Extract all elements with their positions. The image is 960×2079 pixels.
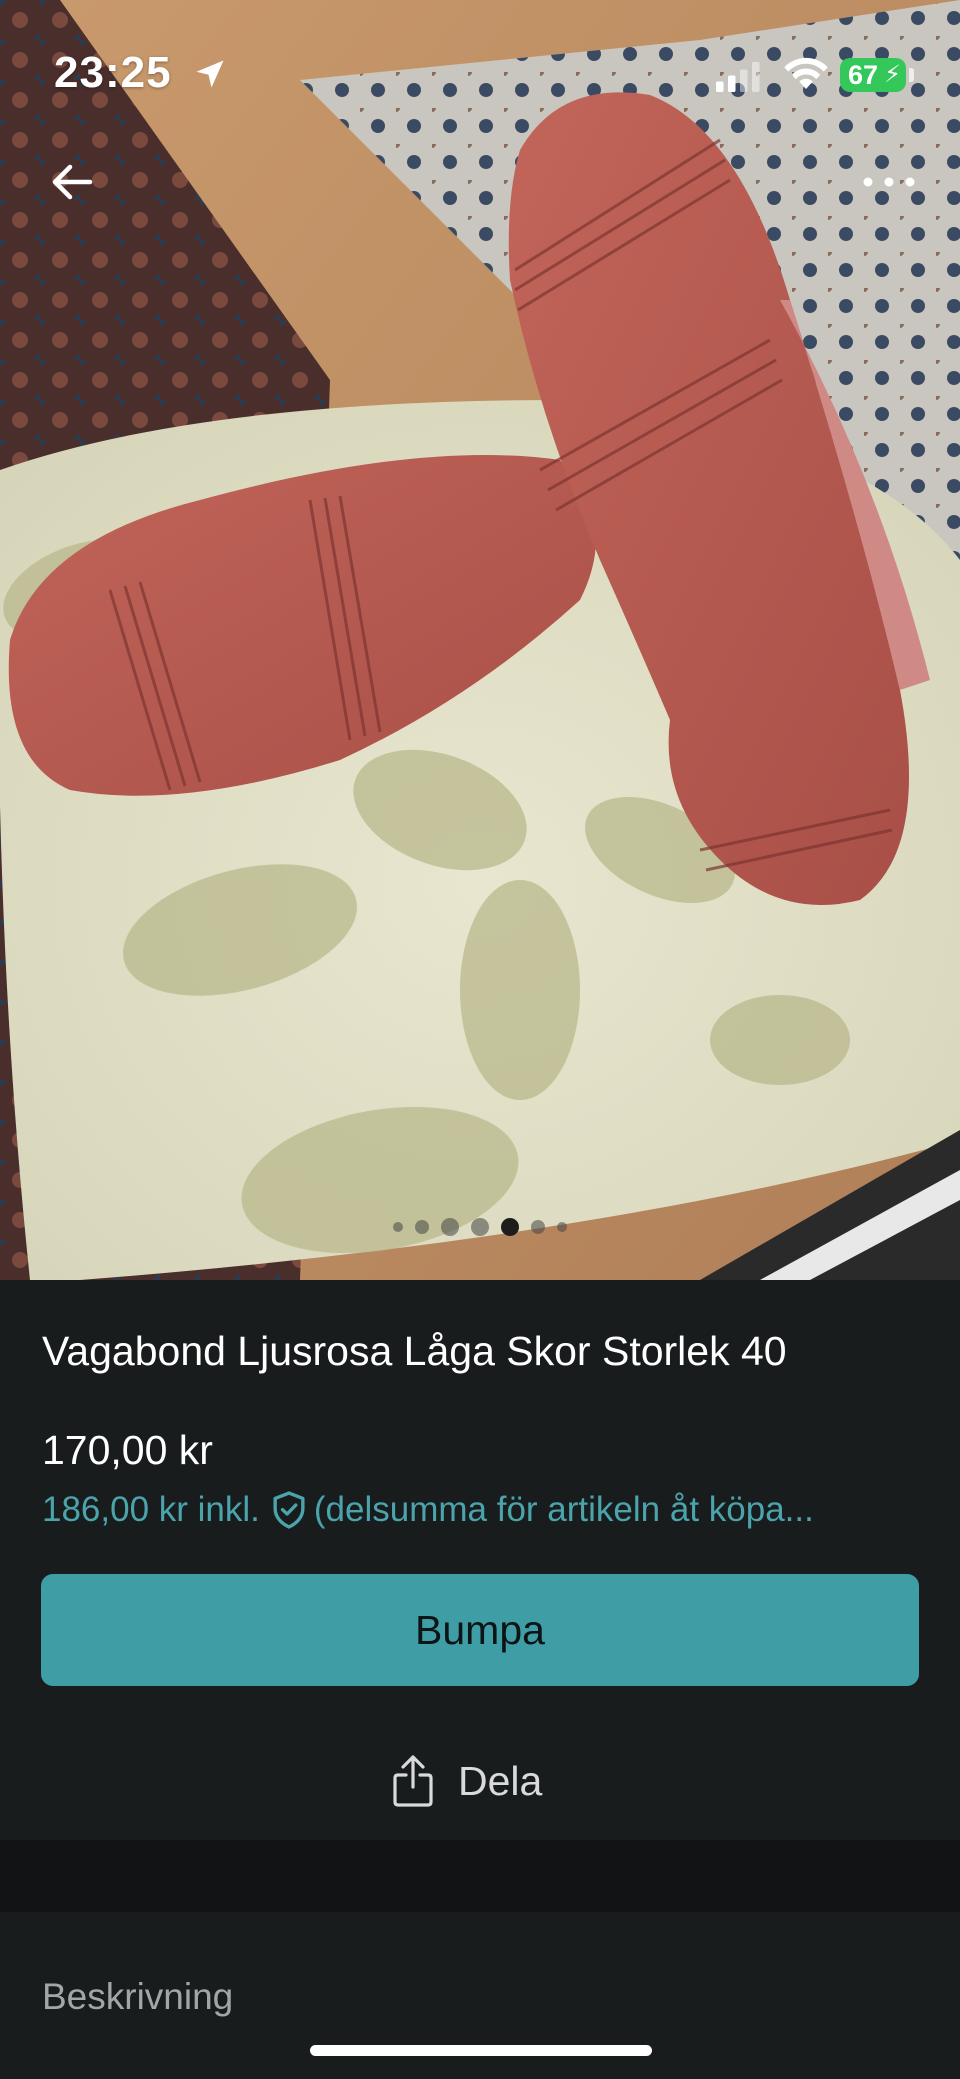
more-options-button[interactable] [854,150,924,214]
description-heading: Beskrivning [42,1976,234,2017]
price-incl: 186,00 kr inkl. [42,1490,260,1529]
item-details: Vagabond Ljusrosa Låga Skor Storlek 40 1… [0,1280,960,1840]
bump-button[interactable]: Bumpa [41,1574,919,1686]
share-icon [393,1755,433,1807]
item-price: 170,00 kr [42,1427,213,1473]
battery-cap [909,68,914,82]
charging-bolt-icon: ⚡ [884,61,901,88]
status-time: 23:25 [54,48,172,97]
carousel-dot[interactable] [557,1222,567,1232]
price-incl-buyer-protection[interactable]: 186,00 kr inkl. (delsumma för artikeln å… [42,1490,932,1530]
carousel-dot[interactable] [531,1220,545,1234]
carousel-dot[interactable] [393,1222,403,1232]
product-photo-carousel[interactable]: 23:25 67 ⚡ [0,0,960,1280]
cellular-signal-icon [716,62,760,92]
section-divider [0,1840,960,1912]
battery-charging-icon: 67 ⚡ [840,58,906,92]
location-arrow-icon [196,60,224,88]
shield-check-icon [273,1491,305,1529]
more-horizontal-icon [863,177,915,187]
battery-level: 67 [848,60,879,90]
carousel-dot-active[interactable] [501,1218,519,1236]
share-button[interactable]: Dela [390,1748,542,1814]
item-title: Vagabond Ljusrosa Låga Skor Storlek 40 [42,1328,787,1374]
carousel-dot[interactable] [471,1218,489,1236]
carousel-indicator[interactable] [0,1218,960,1236]
product-photo [0,0,960,1280]
wifi-icon [784,57,828,89]
back-button[interactable] [40,150,104,214]
home-indicator[interactable] [310,2045,652,2056]
status-bar: 23:25 67 ⚡ [0,0,960,150]
carousel-dot[interactable] [441,1218,459,1236]
arrow-left-icon [52,164,93,200]
price-incl-note: (delsumma för artikeln åt köpa... [313,1490,814,1529]
carousel-dot[interactable] [415,1220,429,1234]
share-label: Dela [458,1757,543,1804]
